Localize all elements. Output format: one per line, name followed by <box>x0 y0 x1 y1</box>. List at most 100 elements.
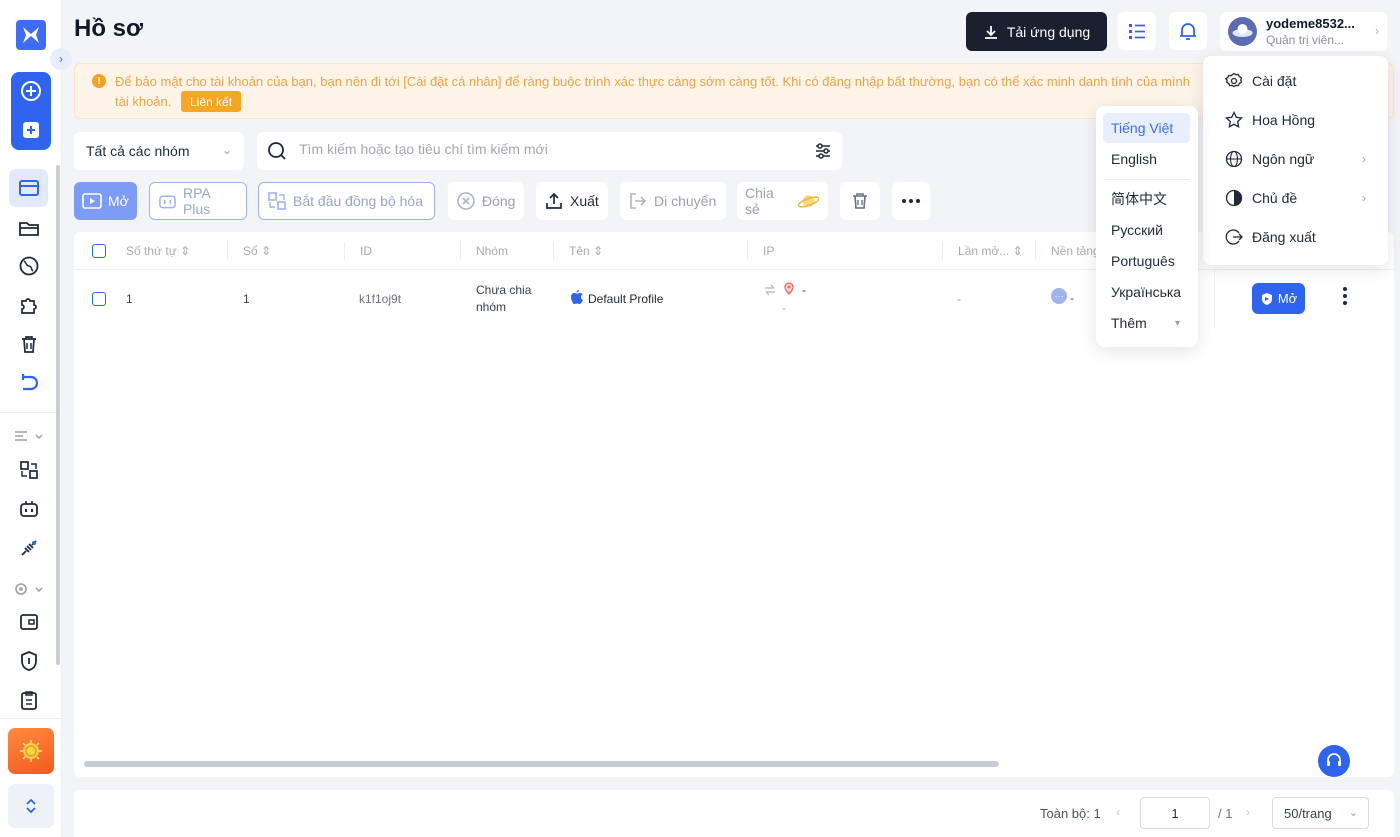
menu-item-settings-label: Cài đặt <box>1252 73 1297 89</box>
task-list-button[interactable] <box>1118 12 1156 50</box>
col-header-name[interactable]: Tên ⇕ <box>569 244 603 258</box>
sync-icon <box>268 192 286 210</box>
api-plug-icon[interactable] <box>17 536 41 560</box>
next-page-icon[interactable]: › <box>1246 805 1250 819</box>
expand-chevrons-icon[interactable] <box>8 784 54 828</box>
row-open-button[interactable]: Mở <box>1252 283 1305 314</box>
quick-actions <box>11 72 51 150</box>
col-header-id: ID <box>360 244 372 258</box>
move-icon <box>630 193 647 209</box>
security-shield-icon[interactable] <box>17 649 41 673</box>
language-option-more[interactable]: Thêm ▾ <box>1103 308 1190 338</box>
wallet-icon[interactable] <box>17 610 41 634</box>
menu-item-theme[interactable]: Chủ đề › <box>1203 179 1388 217</box>
col-header-ip: IP <box>763 244 775 258</box>
globe-icon[interactable] <box>17 254 41 278</box>
automation-group-icon[interactable] <box>12 424 46 448</box>
trash-icon <box>853 193 867 209</box>
batch-add-icon[interactable] <box>20 119 42 141</box>
link-account-button[interactable]: Liên kết <box>181 91 242 112</box>
language-option-vi[interactable]: Tiếng Việt <box>1103 113 1190 143</box>
col-header-order[interactable]: Số thứ tự ⇕ <box>126 244 190 258</box>
menu-item-commission[interactable]: Hoa Hồng <box>1203 101 1388 139</box>
chevron-down-icon: ⌄ <box>1348 807 1358 819</box>
language-option-zh[interactable]: 简体中文 <box>1103 184 1190 214</box>
chevron-right-icon: › <box>1362 152 1366 166</box>
settings-group-icon[interactable] <box>12 577 46 601</box>
folder-icon[interactable] <box>17 216 41 240</box>
start-sync-button[interactable]: Bắt đầu đồng bộ hóa <box>258 182 435 220</box>
prev-page-icon[interactable]: ‹ <box>1116 805 1120 819</box>
cell-name[interactable]: Default Profile <box>588 292 663 306</box>
col-header-number[interactable]: Số ⇕ <box>243 244 271 258</box>
logout-icon <box>1225 229 1243 245</box>
browser-open-icon <box>82 193 102 209</box>
rpa-plus-button[interactable]: RPA Plus <box>149 182 247 220</box>
robot-icon <box>159 195 176 209</box>
export-label: Xuất <box>570 193 599 209</box>
page-size-value: 50/trang <box>1284 806 1332 821</box>
row-checkbox[interactable] <box>92 292 106 306</box>
share-planet-icon <box>797 195 820 208</box>
share-label: Chia sẻ <box>745 185 774 217</box>
platform-more-icon: ··· <box>1051 288 1067 304</box>
search-input[interactable] <box>299 141 799 157</box>
support-headset-icon[interactable] <box>1318 745 1350 777</box>
language-option-uk[interactable]: Українська <box>1103 277 1190 307</box>
robot-icon[interactable] <box>17 497 41 521</box>
table-horizontal-scrollbar[interactable] <box>84 761 999 767</box>
export-button[interactable]: Xuất <box>536 182 608 220</box>
share-button[interactable]: Chia sẻ <box>737 182 828 220</box>
extension-icon[interactable] <box>17 293 41 317</box>
col-divider <box>553 242 554 260</box>
restore-icon[interactable] <box>17 371 41 395</box>
download-app-button[interactable]: Tải ứng dụng <box>966 12 1107 51</box>
col-header-last-open[interactable]: Lần mở... ⇕ <box>958 244 1023 258</box>
user-dropdown-menu: Cài đặt Hoa Hồng Ngôn ngữ › Chủ đề › Đăn… <box>1203 56 1388 265</box>
app-logo[interactable] <box>16 20 46 50</box>
menu-item-theme-label: Chủ đề <box>1252 190 1298 206</box>
sidebar <box>0 0 62 837</box>
avatar <box>1228 17 1257 46</box>
language-option-pt[interactable]: Português <box>1103 246 1190 276</box>
clipboard-icon[interactable] <box>17 688 41 712</box>
open-profiles-button[interactable]: Mở <box>74 182 137 220</box>
search-box <box>257 132 842 170</box>
col-header-group: Nhóm <box>476 244 509 258</box>
theme-icon <box>1225 189 1243 207</box>
star-icon <box>1225 111 1243 129</box>
language-option-en[interactable]: English <box>1103 144 1190 174</box>
more-actions-button[interactable] <box>892 182 930 220</box>
col-header-platform: Nền tảng <box>1051 244 1100 258</box>
notifications-button[interactable] <box>1169 12 1207 50</box>
apple-icon <box>571 290 583 304</box>
col-divider <box>344 242 345 260</box>
menu-item-language[interactable]: Ngôn ngữ › <box>1203 140 1388 178</box>
sidebar-collapse-button[interactable]: › <box>50 48 72 70</box>
col-divider <box>942 242 943 260</box>
group-select[interactable]: Tất cả các nhóm ⌄ <box>74 132 244 170</box>
trash-icon[interactable] <box>17 332 41 356</box>
row-more-icon[interactable] <box>1342 286 1348 306</box>
language-globe-icon <box>1225 150 1243 168</box>
promo-coin-icon[interactable] <box>8 728 54 774</box>
profiles-icon[interactable] <box>17 176 41 200</box>
filter-settings-icon[interactable] <box>814 142 832 160</box>
page-size-select[interactable]: 50/trang ⌄ <box>1272 797 1369 829</box>
close-profiles-button[interactable]: Đóng <box>448 182 524 220</box>
select-all-checkbox[interactable] <box>92 244 106 258</box>
move-button[interactable]: Di chuyển <box>620 182 726 220</box>
menu-item-logout[interactable]: Đăng xuất <box>1203 218 1388 256</box>
user-account-button[interactable]: yodeme8532... Quản trị viên... › <box>1220 12 1387 51</box>
close-label: Đóng <box>482 193 516 209</box>
menu-item-settings[interactable]: Cài đặt <box>1203 62 1388 100</box>
language-option-ru[interactable]: Русский <box>1103 215 1190 245</box>
page-number-input[interactable] <box>1140 797 1210 829</box>
sync-icon[interactable] <box>17 458 41 482</box>
sidebar-scrollbar[interactable] <box>56 165 60 665</box>
add-circle-icon[interactable] <box>20 80 42 102</box>
more-horizontal-icon <box>902 199 920 203</box>
total-count: Toàn bộ: 1 <box>1040 806 1101 821</box>
delete-button[interactable] <box>840 182 880 220</box>
row-open-label: Mở <box>1277 291 1298 306</box>
